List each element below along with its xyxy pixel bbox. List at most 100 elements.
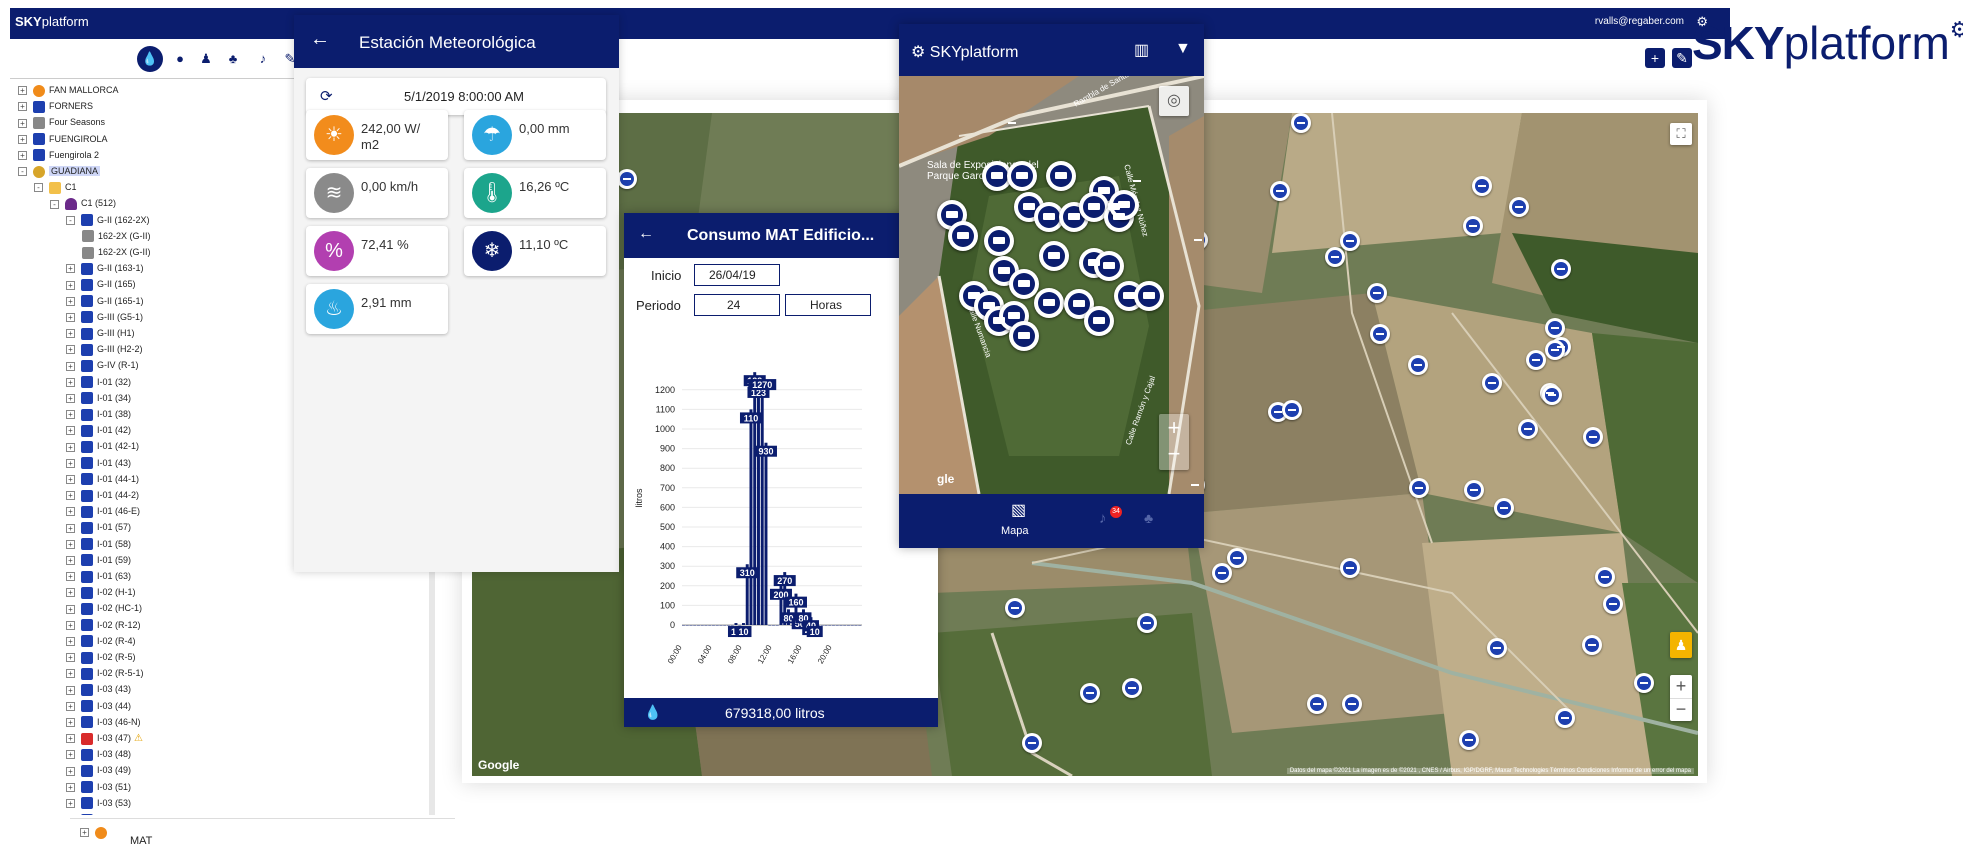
map-device-pin-icon[interactable] bbox=[1370, 324, 1390, 348]
expand-icon[interactable]: + bbox=[66, 410, 75, 420]
collapse-icon[interactable]: - bbox=[18, 167, 27, 177]
tree-item[interactable]: +I-03 (55) bbox=[66, 811, 131, 815]
tree-item[interactable]: + G-III (H1) bbox=[66, 325, 135, 341]
tree-item[interactable]: + I-03 (51) bbox=[66, 779, 131, 795]
expand-icon[interactable]: + bbox=[66, 474, 75, 484]
tree-item[interactable]: + I-01 (43) bbox=[66, 455, 131, 471]
mobile-zoom-in-button[interactable]: + bbox=[1159, 414, 1189, 442]
users-nav-icon[interactable]: ♣ bbox=[1144, 510, 1153, 526]
mobile-zoom-out-button[interactable]: − bbox=[1159, 442, 1189, 470]
expand-icon[interactable]: + bbox=[80, 828, 89, 838]
expand-icon[interactable]: + bbox=[66, 280, 75, 290]
map-device-pin-icon[interactable] bbox=[1408, 355, 1428, 379]
tree-item[interactable]: + I-01 (32) bbox=[66, 374, 131, 390]
collapse-icon[interactable]: - bbox=[50, 199, 59, 209]
tree-item[interactable]: + I-01 (44-1) bbox=[66, 471, 139, 487]
tree-item[interactable]: + Four Seasons bbox=[18, 114, 105, 130]
map-device-pin-icon[interactable] bbox=[1212, 563, 1232, 587]
map-device-pin-icon[interactable] bbox=[1583, 427, 1603, 451]
weather-metric-card[interactable]: ❄ 11,10 ºC bbox=[464, 226, 606, 276]
map-device-pin-icon[interactable] bbox=[1595, 567, 1615, 591]
tree-item[interactable]: + I-03 (48) bbox=[66, 746, 131, 762]
inicio-date-input[interactable]: 26/04/19 bbox=[694, 264, 780, 286]
expand-icon[interactable]: + bbox=[66, 491, 75, 501]
meter-pin-icon[interactable] bbox=[1084, 306, 1114, 340]
expand-icon[interactable]: + bbox=[66, 669, 75, 679]
expand-icon[interactable]: + bbox=[66, 766, 75, 776]
tree-item[interactable]: + I-01 (42) bbox=[66, 422, 131, 438]
expand-icon[interactable]: + bbox=[66, 393, 75, 403]
tree-item[interactable]: - G-II (162-2X) bbox=[66, 212, 150, 228]
meter-pin-icon[interactable] bbox=[1007, 161, 1037, 195]
tree-item[interactable]: + I-02 (R-12) bbox=[66, 617, 141, 633]
map-device-pin-icon[interactable] bbox=[1270, 181, 1290, 205]
filter-icon[interactable]: ▼ bbox=[1175, 40, 1191, 58]
person-filter-icon[interactable]: ♟ bbox=[196, 49, 216, 69]
map-device-pin-icon[interactable] bbox=[1080, 683, 1100, 707]
tree-item[interactable]: + FAN MALLORCA bbox=[18, 82, 119, 98]
tree-item[interactable]: + I-01 (58) bbox=[66, 536, 131, 552]
expand-icon[interactable]: + bbox=[66, 361, 75, 371]
add-button[interactable]: + bbox=[1645, 48, 1665, 68]
map-device-pin-icon[interactable] bbox=[1409, 478, 1429, 502]
tree-item[interactable]: + I-01 (57) bbox=[66, 519, 131, 535]
expand-icon[interactable]: + bbox=[66, 750, 75, 760]
expand-icon[interactable]: + bbox=[66, 798, 75, 808]
expand-icon[interactable]: + bbox=[66, 507, 75, 517]
expand-icon[interactable]: + bbox=[66, 426, 75, 436]
map-device-pin-icon[interactable] bbox=[1463, 216, 1483, 240]
map-device-pin-icon[interactable] bbox=[1526, 350, 1546, 374]
nav-label-mapa[interactable]: Mapa bbox=[1001, 525, 1029, 537]
weather-metric-card[interactable]: 🌡 16,26 ºC bbox=[464, 168, 606, 218]
bell-nav-icon[interactable]: ♪ bbox=[1099, 510, 1107, 527]
tree-item[interactable]: + I-01 (46-E) bbox=[66, 503, 140, 519]
weather-metric-card[interactable]: % 72,41 % bbox=[306, 226, 448, 276]
weather-metric-card[interactable]: ☂ 0,00 mm bbox=[464, 110, 606, 160]
tree-item[interactable]: + I-03 (43) bbox=[66, 681, 131, 697]
meter-pin-icon[interactable] bbox=[1009, 321, 1039, 355]
expand-icon[interactable]: + bbox=[18, 134, 27, 144]
meter-pin-icon[interactable] bbox=[1034, 288, 1064, 322]
expand-icon[interactable]: + bbox=[66, 296, 75, 306]
map-device-pin-icon[interactable] bbox=[1551, 259, 1571, 283]
tree-item[interactable]: + I-01 (44-2) bbox=[66, 487, 139, 503]
expand-icon[interactable]: + bbox=[18, 102, 27, 112]
tree-item[interactable]: + I-03 (47) ⚠ bbox=[66, 730, 143, 746]
expand-icon[interactable]: + bbox=[66, 653, 75, 663]
map-device-pin-icon[interactable] bbox=[617, 169, 637, 193]
map-device-pin-icon[interactable] bbox=[1542, 385, 1562, 409]
expand-icon[interactable]: + bbox=[66, 555, 75, 565]
periodo-unit-select[interactable]: Horas bbox=[785, 294, 871, 316]
expand-icon[interactable]: + bbox=[66, 523, 75, 533]
meter-pin-icon[interactable] bbox=[1039, 241, 1069, 275]
edit-button[interactable]: ✎ bbox=[1672, 48, 1692, 68]
map-view-icon[interactable]: ▥ bbox=[1134, 40, 1149, 60]
group-filter-icon[interactable]: ♣ bbox=[223, 49, 243, 69]
map-zoom-out-button[interactable]: − bbox=[1670, 698, 1692, 721]
bell-filter-icon[interactable]: ♪ bbox=[253, 49, 273, 69]
fullscreen-button[interactable]: ⛶ bbox=[1670, 123, 1692, 145]
map-device-pin-icon[interactable] bbox=[1459, 730, 1479, 754]
expand-icon[interactable]: + bbox=[18, 150, 27, 160]
expand-icon[interactable]: + bbox=[66, 701, 75, 711]
expand-icon[interactable]: + bbox=[66, 377, 75, 387]
collapse-icon[interactable]: - bbox=[34, 183, 43, 193]
periodo-input[interactable]: 24 bbox=[694, 294, 780, 316]
tree-item[interactable]: + I-02 (R-5) bbox=[66, 649, 136, 665]
weather-metric-card[interactable]: ♨ 2,91 mm bbox=[306, 284, 448, 334]
expand-icon[interactable]: + bbox=[66, 312, 75, 322]
collapse-icon[interactable]: - bbox=[66, 215, 75, 225]
drop-filter-icon[interactable]: ● bbox=[170, 49, 190, 69]
map-zoom-in-button[interactable]: + bbox=[1670, 675, 1692, 698]
expand-icon[interactable]: + bbox=[66, 685, 75, 695]
weather-metric-card[interactable]: ☀ 242,00 W/ m2 bbox=[306, 110, 448, 160]
my-location-icon[interactable]: ◎ bbox=[1159, 86, 1189, 116]
map-nav-icon[interactable]: ▧ bbox=[1011, 500, 1026, 520]
expand-icon[interactable]: + bbox=[18, 118, 27, 128]
expand-icon[interactable]: + bbox=[66, 604, 75, 614]
map-device-pin-icon[interactable] bbox=[1022, 733, 1042, 757]
tree-item[interactable]: + I-02 (HC-1) bbox=[66, 600, 142, 616]
map-device-pin-icon[interactable] bbox=[1137, 613, 1157, 637]
expand-icon[interactable]: + bbox=[66, 329, 75, 339]
map-device-pin-icon[interactable] bbox=[1555, 708, 1575, 732]
